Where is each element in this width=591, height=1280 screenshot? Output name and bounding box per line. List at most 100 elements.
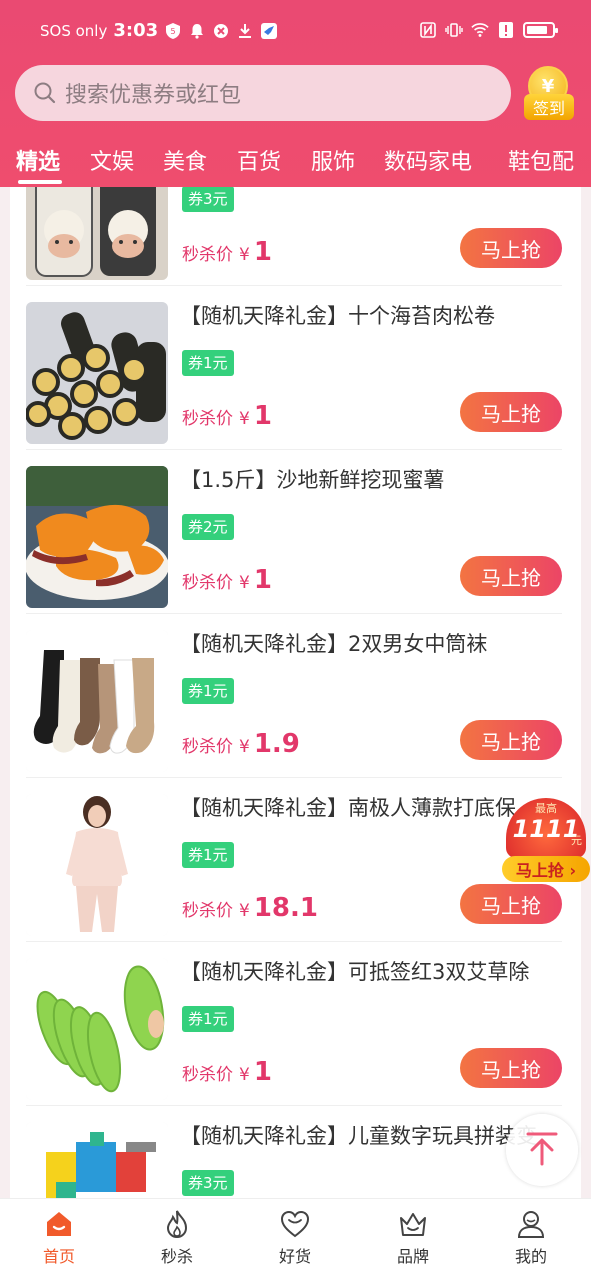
tab-general-goods[interactable]: 百货 [237, 144, 281, 176]
vibrate-icon [445, 21, 463, 39]
product-image-sweet-potato [26, 466, 168, 608]
price-label: 秒杀价 [182, 901, 233, 921]
carrier-text: SOS only [40, 21, 108, 40]
product-list[interactable]: 券3元 秒杀价 ¥ 1 马上抢 【随机天降礼金】十个海苔肉松卷 券1元 秒杀价 … [10, 187, 581, 1198]
battery-icon [523, 22, 558, 38]
buy-now-button[interactable]: 马上抢 [460, 228, 562, 268]
currency-symbol: ¥ [239, 245, 250, 265]
product-title: 【随机天降礼金】十个海苔肉松卷 [180, 304, 495, 328]
price: 秒杀价 ¥ 1 [182, 237, 272, 267]
nfc-icon [419, 21, 437, 39]
block-icon [212, 22, 230, 40]
currency-symbol: ¥ [239, 1065, 250, 1085]
currency-symbol: ¥ [239, 737, 250, 757]
price: 秒杀价 ¥ 1 [182, 401, 272, 431]
price-label: 秒杀价 [182, 737, 233, 757]
product-image-transformer-toy [26, 1122, 168, 1198]
product-image-thermal-underwear [26, 794, 168, 936]
bottom-nav: 首页 秒杀 好货 品牌 我的 [0, 1198, 591, 1280]
coupon-badge: 券3元 [182, 1170, 234, 1196]
nav-flash-sale[interactable]: 秒杀 [137, 1209, 217, 1267]
nav-home[interactable]: 首页 [19, 1209, 99, 1267]
currency-symbol: ¥ [239, 901, 250, 921]
signin-label: 签到 [524, 94, 574, 120]
buy-now-button[interactable]: 马上抢 [460, 884, 562, 924]
price-value: 1 [253, 565, 272, 595]
price-value: 1 [253, 1057, 272, 1087]
active-tab-indicator [18, 180, 62, 184]
signin-button[interactable]: ¥ 签到 [518, 66, 578, 122]
wifi-icon [471, 21, 489, 39]
product-item[interactable]: 【随机天降礼金】南极人薄款打底保 券1元 秒杀价 ¥ 18.1 马上抢 [26, 778, 562, 942]
coupon-badge: 券1元 [182, 678, 234, 704]
home-icon [44, 1209, 74, 1239]
tab-food[interactable]: 美食 [163, 144, 207, 176]
product-item[interactable]: 【随机天降礼金】可抵签红3双艾草除 券1元 秒杀价 ¥ 1 马上抢 [26, 942, 562, 1106]
coupon-badge: 券1元 [182, 842, 234, 868]
nav-good-picks[interactable]: 好货 [255, 1209, 335, 1267]
price-label: 秒杀价 [182, 1065, 233, 1085]
coupon-badge: 券1元 [182, 350, 234, 376]
bell-icon [188, 22, 206, 40]
category-tabs: 精选 文娱 美食 百货 服饰 数码家电 鞋包配 [0, 140, 591, 187]
product-item[interactable]: 【1.5斤】沙地新鲜挖现蜜薯 券2元 秒杀价 ¥ 1 马上抢 [26, 450, 562, 614]
price-label: 秒杀价 [182, 573, 233, 593]
buy-now-button[interactable]: 马上抢 [460, 392, 562, 432]
nav-profile[interactable]: 我的 [491, 1209, 571, 1267]
app-header: SOS only 3:03 5 搜索优惠券或红包 ¥ 签到 精选 文娱 美食 百… [0, 0, 591, 187]
tab-featured[interactable]: 精选 [16, 144, 60, 176]
price: 秒杀价 ¥ 1 [182, 565, 272, 595]
buy-now-button[interactable]: 马上抢 [460, 1048, 562, 1088]
nav-brands[interactable]: 品牌 [373, 1209, 453, 1267]
promo-top-text: 最高 [535, 802, 557, 815]
product-image-seaweed-roll [26, 302, 168, 444]
scroll-to-top-button[interactable] [506, 1114, 578, 1186]
coupon-badge: 券3元 [182, 187, 234, 212]
bird-app-icon [260, 22, 278, 40]
price-label: 秒杀价 [182, 245, 233, 265]
promo-badge[interactable]: 最高 1111 元 马上抢 › [502, 798, 590, 884]
nav-label: 首页 [42, 1247, 75, 1266]
search-icon [33, 81, 57, 105]
search-placeholder: 搜索优惠券或红包 [65, 83, 242, 108]
nav-label: 好货 [278, 1247, 311, 1266]
product-item[interactable]: 券3元 秒杀价 ¥ 1 马上抢 [26, 187, 562, 286]
shield-icon: 5 [164, 22, 182, 40]
status-bar: SOS only 3:03 5 [0, 0, 591, 64]
price-value: 1 [253, 401, 272, 431]
search-bar[interactable]: 搜索优惠券或红包 [15, 65, 511, 121]
price-value: 1 [253, 237, 272, 267]
clock: 3:03 [113, 20, 159, 41]
tab-digital-appliances[interactable]: 数码家电 [384, 144, 472, 176]
product-title: 【随机天降礼金】2双男女中筒袜 [180, 632, 488, 656]
price-value: 18.1 [253, 893, 318, 923]
heart-icon [280, 1209, 310, 1239]
svg-text:5: 5 [171, 27, 176, 36]
product-item[interactable]: 【随机天降礼金】十个海苔肉松卷 券1元 秒杀价 ¥ 1 马上抢 [26, 286, 562, 450]
product-title: 【随机天降礼金】可抵签红3双艾草除 [180, 960, 530, 984]
product-title: 【随机天降礼金】儿童数字玩具拼装变 [180, 1124, 537, 1148]
coupon-badge: 券2元 [182, 514, 234, 540]
tab-clothing[interactable]: 服饰 [311, 144, 355, 176]
promo-unit: 元 [571, 834, 582, 847]
promo-button[interactable]: 马上抢 › [502, 856, 590, 882]
nav-label: 品牌 [396, 1247, 429, 1266]
buy-now-button[interactable]: 马上抢 [460, 720, 562, 760]
currency-symbol: ¥ [239, 573, 250, 593]
tab-entertainment[interactable]: 文娱 [90, 144, 134, 176]
product-image-socks [26, 630, 168, 772]
nav-label: 秒杀 [160, 1247, 193, 1266]
tab-shoes-bags[interactable]: 鞋包配 [508, 144, 574, 176]
user-icon [516, 1209, 546, 1239]
buy-now-button[interactable]: 马上抢 [460, 556, 562, 596]
product-image-insoles [26, 958, 168, 1100]
price: 秒杀价 ¥ 1.9 [182, 729, 300, 759]
product-image-phone-case [26, 187, 168, 280]
promo-amount: 最高 1111 元 [506, 798, 586, 858]
flame-icon [162, 1209, 192, 1239]
alert-icon [497, 21, 515, 39]
product-item[interactable]: 【随机天降礼金】2双男女中筒袜 券1元 秒杀价 ¥ 1.9 马上抢 [26, 614, 562, 778]
product-item[interactable]: 【随机天降礼金】儿童数字玩具拼装变 券3元 [26, 1106, 562, 1198]
product-title: 【1.5斤】沙地新鲜挖现蜜薯 [180, 468, 445, 492]
price-label: 秒杀价 [182, 409, 233, 429]
